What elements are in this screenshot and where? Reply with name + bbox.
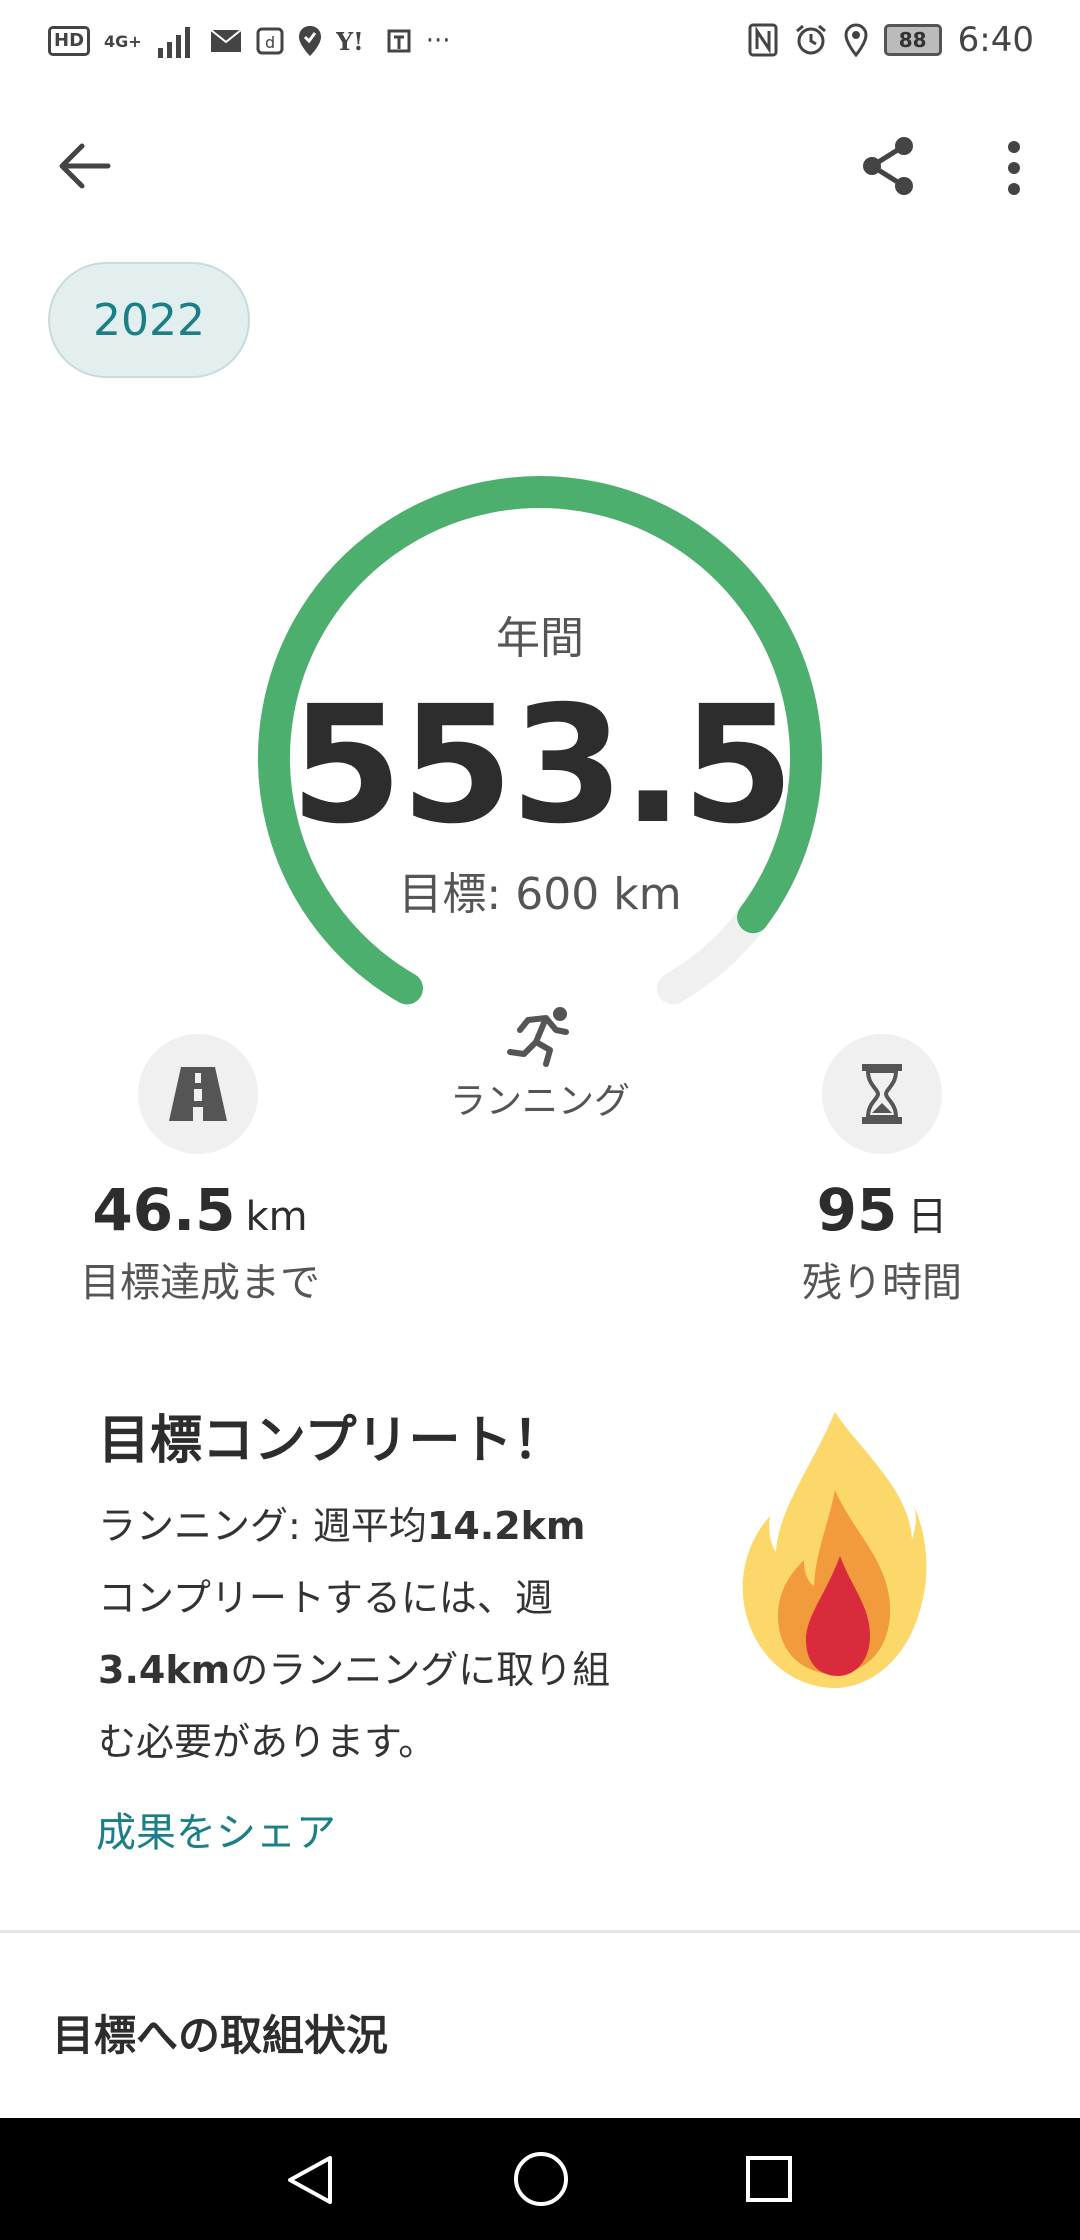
hourglass-icon-circle [822, 1034, 942, 1154]
remaining-distance: 46.5 km [40, 1176, 360, 1244]
goal-complete-message: ランニング: 週平均14.2km コンプリートするには、週 3.4kmのランニン… [98, 1490, 698, 1778]
remaining-distance-value: 46.5 [92, 1176, 236, 1244]
remaining-distance-caption: 目標達成まで [80, 1260, 320, 1306]
nav-home-icon[interactable] [512, 2150, 570, 2208]
running-icon [507, 1007, 569, 1067]
message-line-3: 3.4kmのランニングに取り組 [98, 1634, 698, 1706]
hourglass-icon [862, 1064, 902, 1124]
nav-back-icon[interactable] [282, 2152, 338, 2208]
message-line-2: コンプリートするには、週 [98, 1576, 553, 1620]
message-line-1: ランニング: 週平均14.2km [98, 1490, 698, 1562]
remaining-time: 95 日 [722, 1176, 1042, 1244]
system-navigation-bar [0, 2118, 1080, 2240]
remaining-time-caption: 残り時間 [802, 1260, 962, 1306]
required-weekly-value: 3.4km [98, 1648, 231, 1692]
remaining-time-unit: 日 [907, 1194, 948, 1240]
remaining-distance-unit: km [245, 1194, 308, 1240]
section-divider [0, 1930, 1080, 1933]
nav-recents-icon[interactable] [744, 2154, 794, 2204]
total-distance-value: 553.5 [290, 672, 794, 860]
road-icon [169, 1067, 227, 1121]
flame-icon [742, 1412, 927, 1688]
weekly-average-label: ランニング: 週平均 [98, 1504, 427, 1548]
goal-target-text: 目標: 600 km [398, 869, 682, 920]
activity-label: ランニング [449, 1081, 630, 1122]
share-achievement-link[interactable]: 成果をシェア [96, 1800, 336, 1858]
road-icon-circle [138, 1034, 258, 1154]
weekly-average-value: 14.2km [426, 1504, 586, 1548]
period-label: 年間 [496, 613, 584, 664]
message-line-4: む必要があります。 [98, 1720, 437, 1764]
goal-complete-title: 目標コンプリート！ [98, 1411, 565, 1471]
goal-progress-ring [258, 476, 822, 1005]
goal-progress-section-title: 目標への取組状況 [52, 2011, 389, 2060]
remaining-time-value: 95 [816, 1176, 898, 1244]
message-line-3-text: のランニングに取り組 [230, 1648, 611, 1692]
